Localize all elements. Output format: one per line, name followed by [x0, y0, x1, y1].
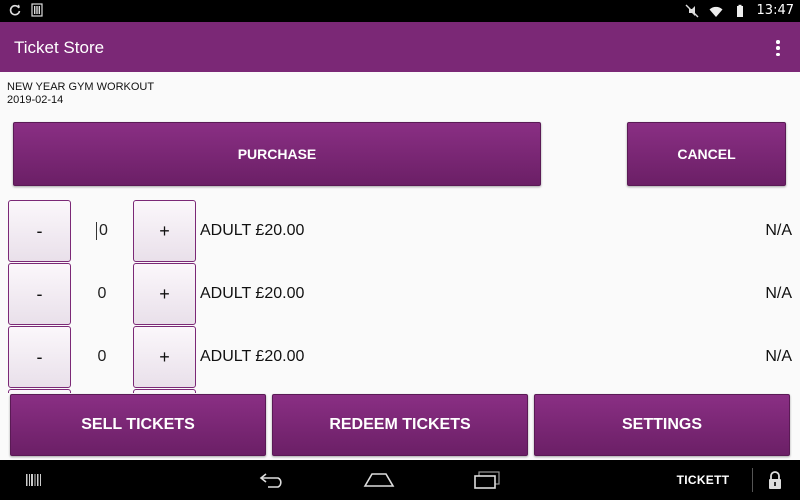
quantity-value: 0	[99, 222, 108, 239]
back-icon[interactable]	[256, 460, 290, 500]
ticket-availability: N/A	[765, 285, 792, 302]
redeem-tickets-button[interactable]: REDEEM TICKETS	[272, 394, 528, 456]
increment-button[interactable]	[133, 389, 196, 393]
increment-button[interactable]: +	[133, 326, 196, 388]
ticket-availability: N/A	[765, 348, 792, 365]
home-icon[interactable]	[362, 460, 396, 500]
sim-icon	[31, 3, 43, 17]
event-date: 2019-02-14	[7, 94, 64, 106]
app-title: Ticket Store	[14, 38, 105, 57]
nav-divider	[752, 468, 753, 492]
event-name: NEW YEAR GYM WORKOUT	[7, 81, 155, 93]
navigation-bar: TICKETT	[0, 460, 800, 500]
ticket-type-label: ADULT £20.00	[200, 348, 305, 365]
mute-icon	[685, 4, 699, 17]
decrement-button[interactable]	[8, 389, 71, 393]
ticket-row-partial	[0, 389, 800, 393]
overflow-menu-icon[interactable]	[774, 40, 782, 56]
quantity-field[interactable]: 0	[78, 263, 126, 325]
increment-button[interactable]: +	[133, 263, 196, 325]
decrement-button[interactable]: -	[8, 326, 71, 388]
sync-icon	[9, 4, 21, 16]
app-bar: Ticket Store	[0, 22, 800, 72]
quantity-value: 0	[97, 285, 107, 302]
settings-button[interactable]: SETTINGS	[534, 394, 790, 456]
decrement-button[interactable]: -	[8, 200, 71, 262]
lock-icon[interactable]	[762, 460, 788, 500]
status-time: 13:47	[756, 3, 794, 18]
sell-tickets-button[interactable]: SELL TICKETS	[10, 394, 266, 456]
ticket-type-label: ADULT £20.00	[200, 222, 305, 239]
quantity-field[interactable]: 0	[78, 326, 126, 388]
cancel-button[interactable]: CANCEL	[627, 122, 786, 186]
increment-button[interactable]: +	[133, 200, 196, 262]
battery-icon	[736, 4, 743, 17]
ticket-row: - 0 + ADULT £20.00 N/A	[0, 263, 800, 325]
ticket-type-label: ADULT £20.00	[200, 285, 305, 302]
ticket-row: - 0 + ADULT £20.00 N/A	[0, 326, 800, 388]
recents-icon[interactable]	[470, 460, 504, 500]
wifi-icon	[709, 6, 723, 17]
decrement-button[interactable]: -	[8, 263, 71, 325]
purchase-button[interactable]: PURCHASE	[13, 122, 541, 186]
barcode-icon[interactable]	[24, 460, 44, 500]
ticket-availability: N/A	[765, 222, 792, 239]
ticket-row: - 0 + ADULT £20.00 N/A	[0, 200, 800, 262]
quantity-field[interactable]: 0	[78, 200, 126, 262]
quantity-value: 0	[97, 348, 107, 365]
tickett-brand-label: TICKETT	[676, 473, 730, 487]
status-bar: 13:47	[0, 0, 800, 22]
ticket-list[interactable]: - 0 + ADULT £20.00 N/A - 0 + ADULT £20.0…	[0, 200, 800, 393]
